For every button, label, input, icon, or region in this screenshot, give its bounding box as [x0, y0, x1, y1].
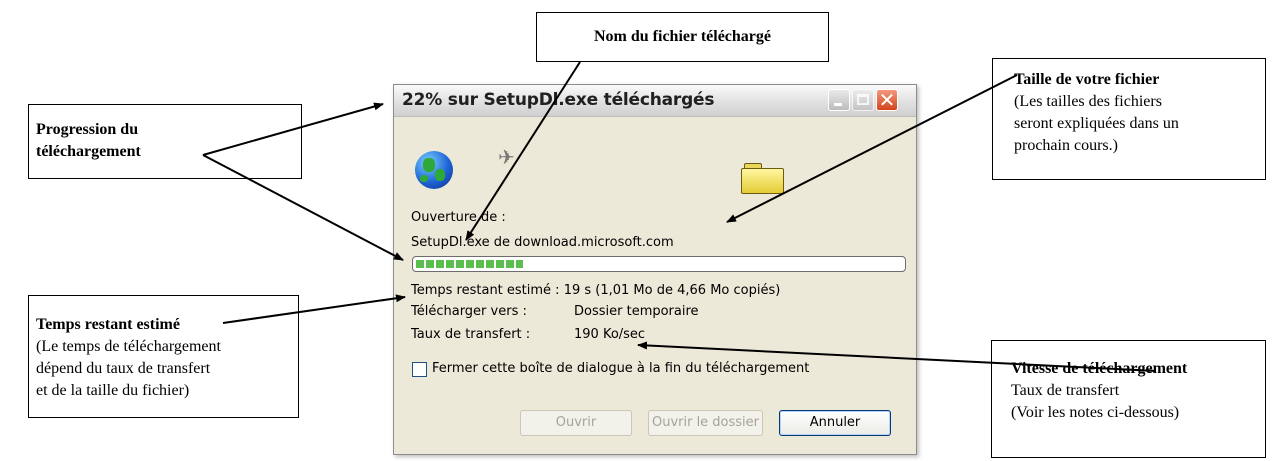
close-icon: ✕	[878, 88, 896, 112]
minimize-icon	[834, 103, 842, 106]
callout-time-text: (Le temps de téléchargement dépend du ta…	[36, 338, 221, 399]
callout-file-name-title: Nom du fichier téléchargé	[594, 28, 771, 45]
callout-file-size: Taille de votre fichier (Les tailles des…	[992, 58, 1266, 180]
callout-speed-title: Vitesse de téléchargement	[1011, 360, 1188, 377]
download-dialog: 22% sur SetupDl.exe téléchargés ✕ ✈ Ouve…	[393, 84, 917, 455]
time-remaining-text: Temps restant estimé : 19 s (1,01 Mo de …	[411, 283, 781, 298]
open-button[interactable]: Ouvrir	[520, 410, 632, 436]
cancel-button[interactable]: Annuler	[779, 410, 891, 436]
progress-bar	[412, 256, 906, 272]
callout-speed-text: Taux de transfert (Voir les notes ci-des…	[1011, 382, 1180, 421]
callout-file-name: Nom du fichier téléchargé	[536, 12, 829, 62]
source-text: SetupDl.exe de download.microsoft.com	[411, 235, 674, 250]
paper-icon: ✈	[498, 147, 515, 169]
callout-speed: Vitesse de téléchargement Taux de transf…	[991, 340, 1266, 458]
rate-value: 190 Ko/sec	[574, 327, 646, 342]
progress-fill	[416, 260, 523, 268]
download-to-value: Dossier temporaire	[574, 304, 699, 319]
download-to-label: Télécharger vers :	[411, 304, 527, 319]
folder-icon	[741, 163, 784, 194]
callout-file-size-text: (Les tailles des fichiers seront expliqu…	[1014, 93, 1179, 154]
callout-file-size-title: Taille de votre fichier	[1014, 71, 1160, 88]
title-bar[interactable]: 22% sur SetupDl.exe téléchargés ✕	[394, 85, 916, 117]
close-on-finish-checkbox[interactable]	[412, 362, 427, 377]
opening-label: Ouverture de :	[411, 210, 506, 225]
close-button[interactable]: ✕	[876, 88, 898, 112]
callout-progress-title: Progression du téléchargement	[36, 121, 141, 160]
close-on-finish-label[interactable]: Fermer cette boîte de dialogue à la fin …	[432, 361, 809, 376]
globe-icon	[415, 151, 453, 189]
callout-time-title: Temps restant estimé	[36, 316, 180, 333]
rate-label: Taux de transfert :	[411, 327, 531, 342]
window-title: 22% sur SetupDl.exe téléchargés	[402, 90, 715, 110]
maximize-icon	[857, 94, 869, 105]
callout-time-remaining: Temps restant estimé (Le temps de téléch…	[28, 295, 299, 418]
maximize-button[interactable]	[852, 89, 874, 111]
open-folder-button[interactable]: Ouvrir le dossier	[648, 410, 763, 436]
callout-progress: Progression du téléchargement	[28, 104, 302, 179]
minimize-button[interactable]	[828, 89, 850, 111]
